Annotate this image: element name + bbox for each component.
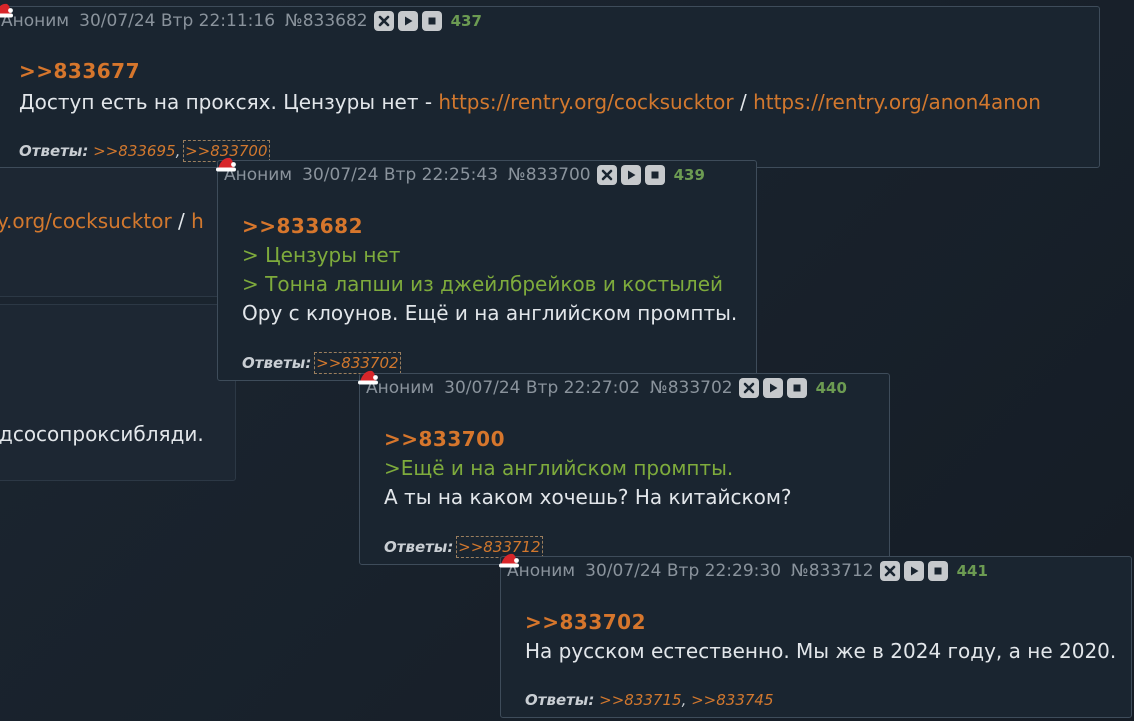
post-body-line-2: Доступ есть на проксях. Цензуры нет - ht… <box>19 90 1041 114</box>
reply-reference-link[interactable]: >>833682 <box>242 214 363 238</box>
external-link-2[interactable]: https://rentry.org/anon4anon <box>753 90 1041 114</box>
play-icon[interactable] <box>397 11 418 31</box>
hide-post-icon[interactable] <box>596 165 617 185</box>
post-body-line-1: >>833682 <box>242 214 363 238</box>
stop-square-icon[interactable] <box>786 378 807 398</box>
post-number[interactable]: №833700 <box>508 165 591 185</box>
play-icon[interactable] <box>903 561 924 581</box>
post-833702: Аноним 30/07/24 Втр 22:27:02 №833702 440… <box>358 370 890 565</box>
post-date: 30/07/24 Втр 22:27:02 <box>444 378 641 398</box>
hide-post-icon[interactable] <box>373 11 394 31</box>
reply-reference-link[interactable]: >>833700 <box>384 427 505 451</box>
hide-post-icon[interactable] <box>879 561 900 581</box>
background-post-lower <box>0 304 236 481</box>
post-counter: 437 <box>450 12 482 30</box>
post-header: Аноним 30/07/24 Втр 22:27:02 №833702 440 <box>366 378 847 398</box>
link-separator: / <box>733 90 754 114</box>
post-833712: Аноним 30/07/24 Втр 22:29:30 №833712 441… <box>499 553 1132 718</box>
post-text: А ты на каком хочешь? На китайском? <box>384 485 792 509</box>
answers-label: Ответы: <box>525 691 595 709</box>
play-icon[interactable] <box>620 165 641 185</box>
post-date: 30/07/24 Втр 22:29:30 <box>585 561 782 581</box>
answer-link[interactable]: >>833695 <box>93 142 175 160</box>
answer-link[interactable]: >>833745 <box>691 691 773 709</box>
post-counter: 439 <box>673 166 705 184</box>
answers-label: Ответы: <box>242 354 312 372</box>
post-number[interactable]: №833712 <box>791 561 874 581</box>
post-text: На русском естественно. Мы же в 2024 год… <box>525 639 1117 663</box>
external-link-1[interactable]: https://rentry.org/cocksucktor <box>438 90 733 114</box>
post-counter: 440 <box>815 379 847 397</box>
stop-square-icon[interactable] <box>421 11 442 31</box>
post-header: Аноним 30/07/24 Втр 22:11:16 №833682 437 <box>1 11 482 31</box>
post-answers: Ответы: >>833715, >>833745 <box>525 691 774 709</box>
greentext-quote-1: >Ещё и на английском промпты. <box>384 456 734 480</box>
reply-reference-link[interactable]: >>833702 <box>525 610 646 634</box>
hide-post-icon[interactable] <box>738 378 759 398</box>
post-body-line-1: >>833677 <box>19 59 140 83</box>
post-date: 30/07/24 Втр 22:11:16 <box>79 11 276 31</box>
post-counter: 441 <box>956 562 988 580</box>
stop-square-icon[interactable] <box>644 165 665 185</box>
santa-hat-icon <box>0 3 13 18</box>
background-post-upper-text: y.org/cocksucktor / h <box>0 209 204 233</box>
play-icon[interactable] <box>762 378 783 398</box>
background-link-2[interactable]: h <box>191 209 204 233</box>
santa-hat-icon <box>499 553 519 568</box>
answers-separator: , <box>175 142 186 160</box>
post-header: Аноним 30/07/24 Втр 22:29:30 №833712 441 <box>507 561 988 581</box>
stop-square-icon[interactable] <box>927 561 948 581</box>
reply-reference-link[interactable]: >>833677 <box>19 59 140 83</box>
post-number[interactable]: №833702 <box>650 378 733 398</box>
answers-separator: , <box>681 691 692 709</box>
santa-hat-icon <box>358 370 378 385</box>
answers-label: Ответы: <box>19 142 89 160</box>
post-date: 30/07/24 Втр 22:25:43 <box>302 165 499 185</box>
post-body-line-1: >>833700 <box>384 427 505 451</box>
greentext-quote-2: > Тонна лапши из джейлбрейков и костылей <box>242 272 724 296</box>
post-text: Ору с клоунов. Ещё и на английском промп… <box>242 301 738 325</box>
background-post-lower-text: дсосопроксибляди. <box>0 422 204 446</box>
background-link-separator: / <box>171 209 192 233</box>
greentext-quote-1: > Цензуры нет <box>242 243 401 267</box>
answers-label: Ответы: <box>384 538 454 556</box>
post-833700: Аноним 30/07/24 Втр 22:25:43 №833700 439… <box>216 157 757 381</box>
santa-hat-icon <box>216 157 236 172</box>
post-body-line-1: >>833702 <box>525 610 646 634</box>
post-833682: Аноним 30/07/24 Втр 22:11:16 №833682 437… <box>0 3 1100 168</box>
post-text: Доступ есть на проксях. Цензуры нет - <box>19 90 439 114</box>
post-number[interactable]: №833682 <box>285 11 368 31</box>
answer-link[interactable]: >>833715 <box>599 691 681 709</box>
background-link-1[interactable]: y.org/cocksucktor <box>0 209 172 233</box>
post-header: Аноним 30/07/24 Втр 22:25:43 №833700 439 <box>224 165 705 185</box>
